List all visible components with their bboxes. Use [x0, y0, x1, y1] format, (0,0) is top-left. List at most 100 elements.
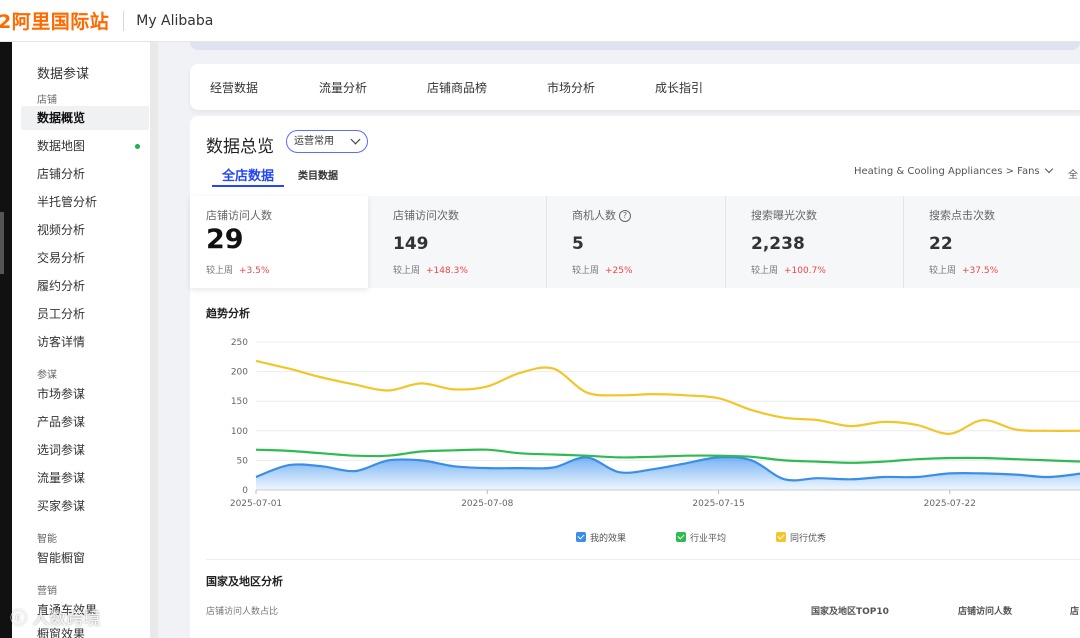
data-point	[552, 453, 554, 455]
legend-item-mine[interactable]: 我的效果	[576, 531, 626, 544]
sidebar-group-advisor: 参谋	[37, 370, 57, 381]
data-point	[618, 394, 620, 396]
sidebar-item-overview[interactable]: 数据概览	[21, 106, 149, 130]
data-point	[288, 367, 290, 369]
data-point	[1048, 430, 1050, 432]
top-notice-strip	[190, 42, 1080, 50]
data-point	[916, 458, 918, 460]
kpi-card-visitors[interactable]: 店铺访问人数 29 较上周 +3.5%	[190, 196, 368, 288]
sidebar-section-title: 数据参谋	[37, 67, 90, 82]
sidebar-item-label: 数据地图	[37, 139, 86, 153]
data-point	[916, 476, 918, 478]
kpi-card-visits[interactable]: 店铺访问次数 149 较上周 +148.3%	[377, 196, 545, 288]
kpi-name: 商机人数?	[572, 207, 631, 223]
data-point	[1048, 459, 1050, 461]
trend-title: 趋势分析	[206, 307, 250, 320]
kpi-compare: 较上周 +37.5%	[929, 263, 998, 276]
x-tick-label: 2025-07-01	[230, 499, 282, 509]
sidebar-item-fulfillment[interactable]: 履约分析	[21, 274, 149, 298]
data-point	[816, 460, 818, 462]
column-header-cut: 店	[1070, 607, 1080, 617]
checkbox-icon	[576, 532, 586, 542]
data-point	[816, 477, 818, 479]
data-point	[387, 459, 389, 461]
category-selector[interactable]: Heating & Cooling Appliances > Fans	[854, 164, 1053, 177]
tab-business-data[interactable]: 经营数据	[210, 79, 258, 96]
data-point	[585, 454, 587, 456]
data-point	[618, 471, 620, 473]
data-point	[684, 462, 686, 464]
sidebar-group-shop: 店铺	[37, 95, 57, 106]
sidebar-item-traffic[interactable]: 流量参谋	[21, 466, 149, 490]
data-point	[750, 456, 752, 458]
kpi-compare: 较上周 +148.3%	[393, 263, 468, 276]
kpi-name: 搜索点击次数	[929, 209, 995, 222]
kpi-card-leads[interactable]: 商机人数? 5 较上周 +25%	[556, 196, 724, 288]
sidebar-item-data-map[interactable]: 数据地图	[21, 134, 149, 158]
change-pct: +37.5%	[962, 266, 999, 276]
data-point	[850, 462, 852, 464]
kpi-value: 2,238	[751, 234, 805, 254]
sidebar-item-visitors[interactable]: 访客详情	[21, 330, 149, 354]
sidebar-scrollbar[interactable]	[150, 42, 158, 638]
sidebar-item-smart-showcase[interactable]: 智能橱窗	[21, 546, 149, 570]
kpi-card-impressions[interactable]: 搜索曝光次数 2,238 较上周 +100.7%	[735, 196, 903, 288]
dropdown-value: 运营常用	[294, 136, 334, 147]
sidebar: 数据参谋 店铺 数据概览 数据地图 店铺分析 半托管分析 视频分析 交易分析 履…	[12, 42, 158, 638]
data-point	[916, 424, 918, 426]
data-point	[486, 449, 488, 451]
tab-product-ranking[interactable]: 店铺商品榜	[427, 79, 487, 96]
kpi-card-clicks[interactable]: 搜索点击次数 22 较上周 +37.5%	[913, 196, 1080, 288]
sidebar-item-trade[interactable]: 交易分析	[21, 246, 149, 270]
sidebar-item-keyword[interactable]: 选词参谋	[21, 438, 149, 462]
sidebar-item-semi-managed[interactable]: 半托管分析	[21, 190, 149, 214]
tab-all-store-data[interactable]: 全店数据	[222, 165, 274, 184]
tab-category-data[interactable]: 类目数据	[298, 167, 338, 182]
data-point	[519, 452, 521, 454]
data-point	[949, 457, 951, 459]
legend-label: 行业平均	[690, 534, 727, 544]
change-pct: +148.3%	[426, 266, 468, 276]
trend-chart[interactable]: 0 50 100 150 200 250 2025-07-01 2025-07-08 2025-…	[190, 326, 1080, 526]
metric-preset-select[interactable]: 运营常用	[286, 130, 368, 153]
data-point	[816, 419, 818, 421]
x-tick-label: 2025-07-22	[924, 499, 976, 509]
sidebar-item-shop-analysis[interactable]: 店铺分析	[21, 162, 149, 186]
change-pct: +25%	[605, 266, 633, 276]
region-title: 国家及地区分析	[206, 575, 283, 588]
data-point	[982, 472, 984, 474]
tab-traffic-analysis[interactable]: 流量分析	[319, 79, 367, 96]
data-point	[420, 382, 422, 384]
overview-title: 数据总览	[206, 137, 274, 157]
sidebar-item-staff[interactable]: 员工分析	[21, 302, 149, 326]
tab-growth-guide[interactable]: 成长指引	[655, 79, 703, 96]
legend-item-industry[interactable]: 行业平均	[676, 531, 726, 544]
my-alibaba-title[interactable]: My Alibaba	[136, 13, 213, 29]
data-point	[750, 409, 752, 411]
tab-market-analysis[interactable]: 市场分析	[547, 79, 595, 96]
legend-item-top-peers[interactable]: 同行优秀	[776, 531, 826, 544]
data-point	[783, 417, 785, 419]
data-point	[1015, 458, 1017, 460]
data-point	[486, 385, 488, 387]
edge-handle[interactable]	[0, 212, 4, 274]
data-point	[519, 372, 521, 374]
data-point	[420, 459, 422, 461]
data-point	[982, 457, 984, 459]
sidebar-item-market[interactable]: 市场参谋	[21, 382, 149, 406]
new-dot-icon	[135, 144, 140, 149]
sidebar-item-video[interactable]: 视频分析	[21, 218, 149, 242]
data-point	[1015, 473, 1017, 475]
help-icon[interactable]: ?	[619, 210, 631, 222]
y-tick-label: 150	[231, 397, 248, 407]
y-tick-label: 50	[237, 456, 249, 466]
range-selector-cut[interactable]: 全	[1068, 166, 1078, 181]
kpi-value: 149	[393, 234, 429, 254]
sidebar-item-product[interactable]: 产品参谋	[21, 410, 149, 434]
sidebar-item-buyer[interactable]: 买家参谋	[21, 494, 149, 518]
kpi-name: 搜索曝光次数	[751, 209, 817, 222]
alibaba-logo[interactable]: 2阿里国际站	[0, 7, 109, 34]
data-point	[354, 383, 356, 385]
watermark-logo: ⓒ 人数跨境	[10, 609, 101, 629]
active-tab-indicator	[212, 185, 284, 187]
